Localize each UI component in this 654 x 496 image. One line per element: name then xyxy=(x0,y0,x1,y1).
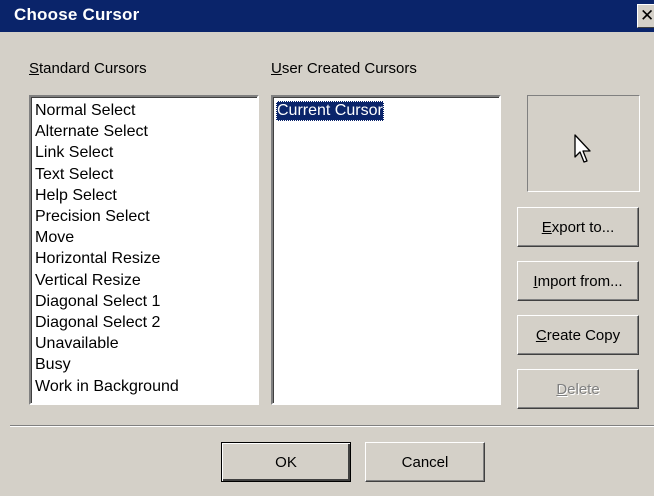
close-icon: ✕ xyxy=(640,6,654,25)
import-button[interactable]: Import from... xyxy=(517,261,639,301)
list-item[interactable]: Unavailable xyxy=(35,334,119,354)
list-item[interactable]: Move xyxy=(35,228,74,248)
list-item[interactable]: Vertical Resize xyxy=(35,271,141,291)
list-item[interactable]: Current Cursor xyxy=(276,101,384,121)
close-button[interactable]: ✕ xyxy=(637,4,654,28)
user-cursors-label: User Created Cursors xyxy=(271,60,417,77)
list-item[interactable]: Precision Select xyxy=(35,207,150,227)
list-item[interactable]: Busy xyxy=(35,355,71,375)
delete-button[interactable]: Delete xyxy=(517,369,639,409)
list-item[interactable]: Work in Background xyxy=(35,377,179,397)
standard-cursors-list[interactable]: Normal Select Alternate Select Link Select… xyxy=(29,95,259,405)
list-item[interactable]: Link Select xyxy=(35,143,113,163)
list-item[interactable]: Alternate Select xyxy=(35,122,148,142)
create-copy-button[interactable]: Create Copy xyxy=(517,315,639,355)
cancel-button[interactable]: Cancel xyxy=(365,442,485,482)
export-button[interactable]: Export to... xyxy=(517,207,639,247)
list-item[interactable]: Diagonal Select 2 xyxy=(35,313,160,333)
window-title: Choose Cursor xyxy=(14,5,140,24)
user-cursors-list[interactable]: Current Cursor xyxy=(271,95,501,405)
list-item[interactable]: Text Select xyxy=(35,165,113,185)
title-bar[interactable]: Choose Cursor ✕ xyxy=(0,0,654,33)
ok-button[interactable]: OK xyxy=(221,442,351,482)
separator xyxy=(10,425,654,427)
list-item[interactable]: Horizontal Resize xyxy=(35,249,160,269)
standard-cursors-label: Standard Cursors xyxy=(29,60,147,77)
list-item[interactable]: Normal Select xyxy=(35,101,135,121)
cursor-preview xyxy=(527,95,640,192)
list-item[interactable]: Diagonal Select 1 xyxy=(35,292,160,312)
list-item[interactable]: Help Select xyxy=(35,186,117,206)
arrow-cursor-icon xyxy=(574,134,591,163)
